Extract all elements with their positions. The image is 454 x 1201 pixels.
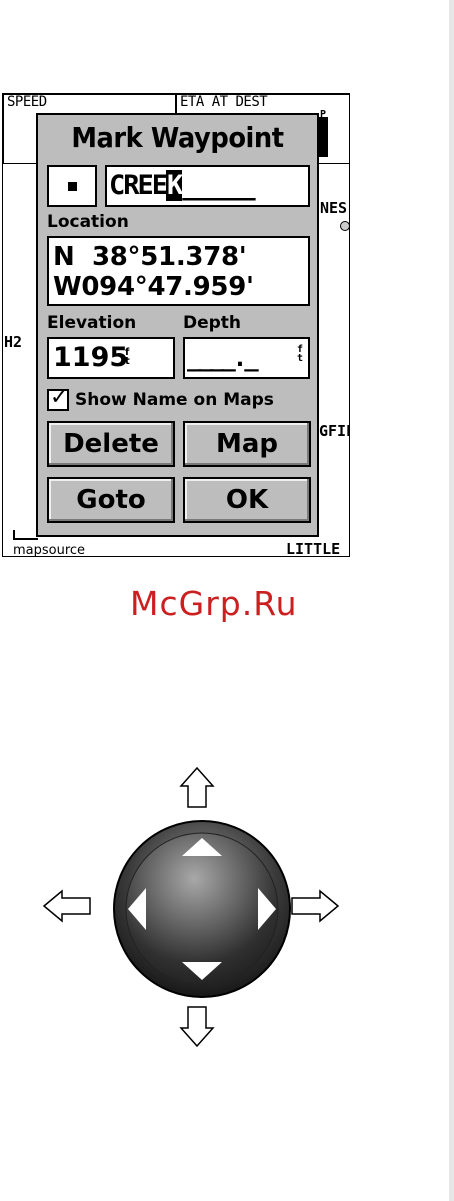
depth-field[interactable]: ____._ f t (183, 337, 310, 379)
elevation-value: 1195 (53, 342, 129, 373)
dialog-title: Mark Waypoint (71, 121, 284, 154)
delete-button[interactable]: Delete (47, 421, 175, 467)
map-label-nes: NES (320, 199, 348, 217)
mark-waypoint-dialog: Mark Waypoint CREEK_____ Location N 38°5… (36, 113, 319, 537)
elevation-field[interactable]: 1195 f t (47, 337, 175, 379)
ok-button[interactable]: OK (183, 477, 311, 523)
waypoint-name-field[interactable]: CREEK_____ (105, 165, 310, 207)
rocker-keypad-diagram (42, 766, 340, 1048)
elevation-label: Elevation (47, 313, 137, 333)
map-label-h2: H2 (4, 333, 23, 351)
elevation-unit: f t (125, 347, 130, 367)
watermark-text: McGrp.Ru (130, 584, 298, 623)
show-name-label: Show Name on Maps (75, 390, 274, 410)
name-cursor: K (166, 170, 183, 201)
eta-unit: P M (320, 109, 327, 131)
arrow-left-icon (42, 889, 91, 923)
speed-label: SPEED (7, 94, 47, 110)
name-blanks: _____ (182, 170, 255, 201)
waypoint-symbol-icon (68, 182, 77, 191)
map-source-label: mapsource (13, 543, 86, 557)
checkmark-icon: ✓ (50, 385, 69, 410)
show-name-checkbox[interactable]: ✓ (47, 385, 69, 411)
goto-button[interactable]: Goto (47, 477, 175, 523)
location-label: Location (47, 212, 129, 232)
location-latitude: N 38°51.378' (53, 242, 247, 272)
depth-value: ____._ (187, 344, 259, 372)
eta-label: ETA AT DEST (180, 94, 268, 110)
location-longitude: W094°47.959' (53, 272, 254, 302)
gps-screen: SPEED ETA AT DEST P M NES H2 GFIE LITTLE… (2, 93, 350, 557)
map-label-gfie: GFIE (319, 422, 349, 440)
show-name-on-maps-row[interactable]: ✓ Show Name on Maps (47, 385, 274, 413)
depth-unit: f t (297, 344, 303, 364)
waypoint-symbol-field[interactable] (47, 165, 97, 207)
map-label-little: LITTLE (286, 540, 341, 557)
location-field[interactable]: N 38°51.378' W094°47.959' (47, 236, 310, 306)
arrow-down-icon (179, 1006, 215, 1048)
arrow-up-icon (179, 766, 215, 808)
map-point-icon (340, 221, 349, 231)
name-text: CREE (109, 170, 168, 201)
arrow-right-icon (291, 889, 340, 923)
map-button[interactable]: Map (183, 421, 311, 467)
scale-bar-line (13, 538, 38, 540)
depth-label: Depth (183, 313, 242, 333)
